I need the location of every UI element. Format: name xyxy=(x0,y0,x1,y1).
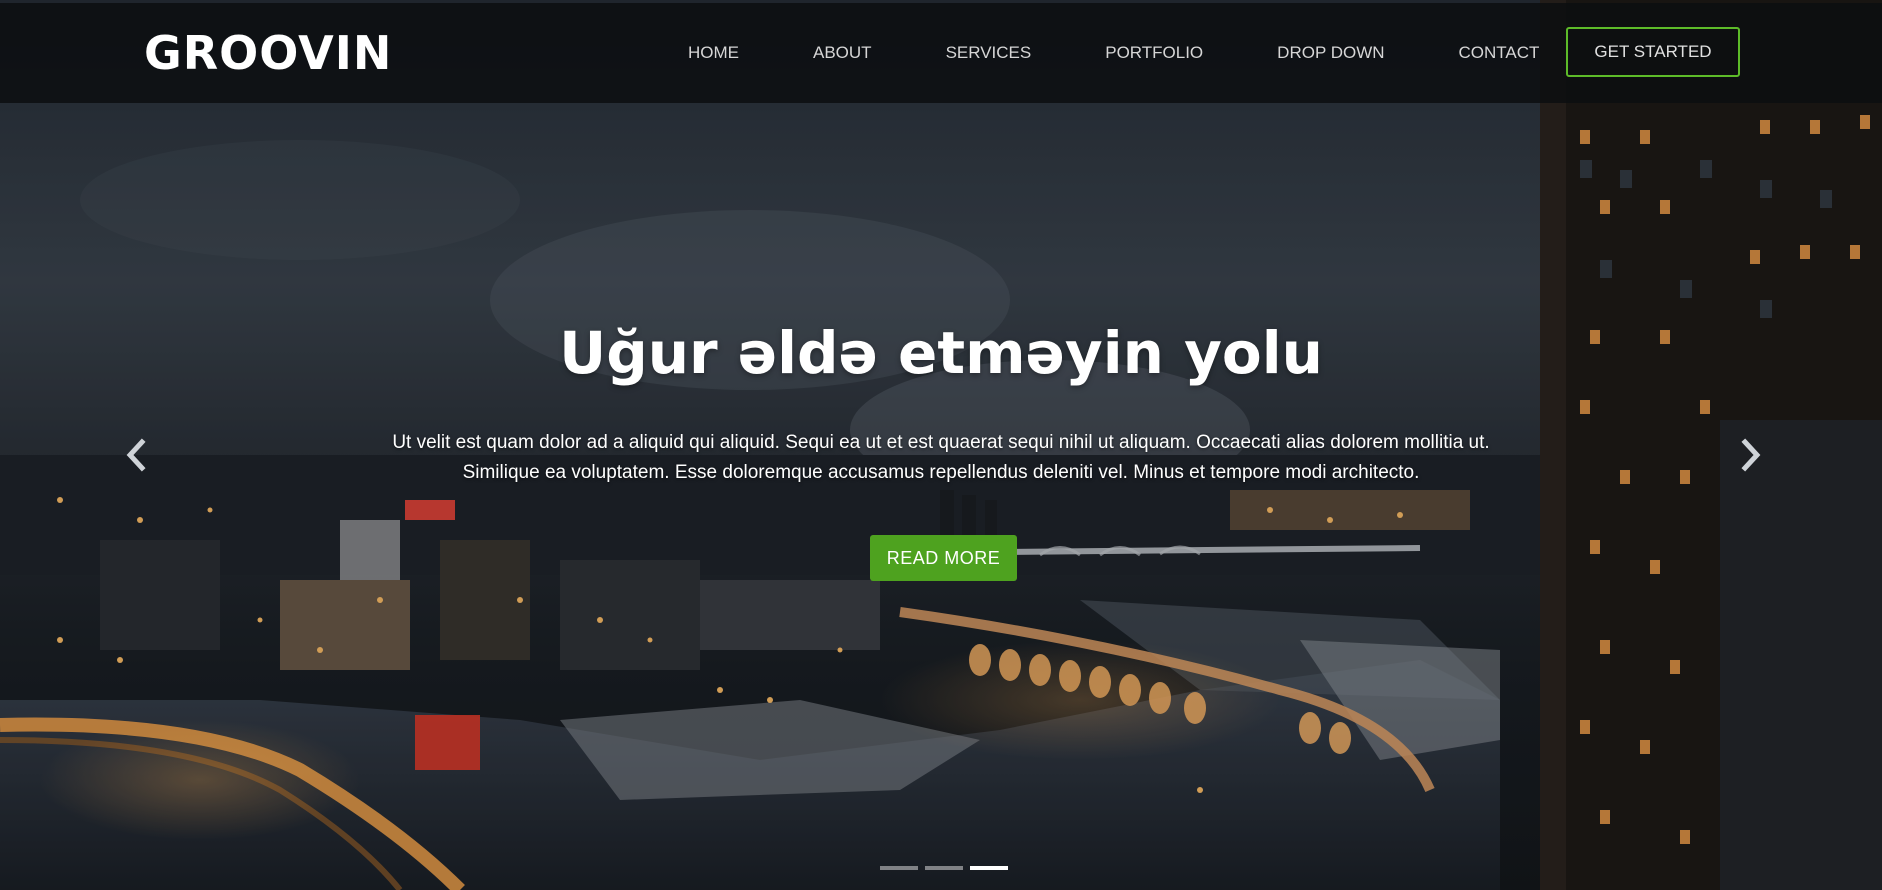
nav-services[interactable]: SERVICES xyxy=(946,43,1032,63)
chevron-right-icon xyxy=(1741,438,1761,472)
get-started-button[interactable]: GET STARTED xyxy=(1566,27,1740,77)
nav-portfolio[interactable]: PORTFOLIO xyxy=(1105,43,1203,63)
hero-subtext: Ut velit est quam dolor ad a aliquid qui… xyxy=(392,432,1490,483)
site-logo[interactable]: GROOVIN xyxy=(144,23,392,83)
carousel-indicators xyxy=(880,866,1015,870)
carousel-indicator-2[interactable] xyxy=(925,866,963,870)
nav-home[interactable]: HOME xyxy=(688,43,739,63)
carousel-next-button[interactable] xyxy=(1735,438,1765,472)
nav-about[interactable]: ABOUT xyxy=(813,43,872,63)
page: GROOVIN HOME ABOUT SERVICES PORTFOLIO DR… xyxy=(0,0,1882,890)
carousel-indicator-3[interactable] xyxy=(970,866,1008,870)
chevron-left-icon xyxy=(126,438,146,472)
hero-headline: Uğur əldə etməyin yolu xyxy=(559,319,1323,387)
nav-drop-down[interactable]: DROP DOWN xyxy=(1277,43,1384,63)
nav-menu: HOME ABOUT SERVICES PORTFOLIO DROP DOWN … xyxy=(650,3,1613,103)
nav-contact[interactable]: CONTACT xyxy=(1459,43,1540,63)
carousel-indicator-1[interactable] xyxy=(880,866,918,870)
carousel-prev-button[interactable] xyxy=(122,438,152,472)
top-navbar: GROOVIN HOME ABOUT SERVICES PORTFOLIO DR… xyxy=(0,3,1882,103)
read-more-button[interactable]: READ MORE xyxy=(870,535,1017,581)
